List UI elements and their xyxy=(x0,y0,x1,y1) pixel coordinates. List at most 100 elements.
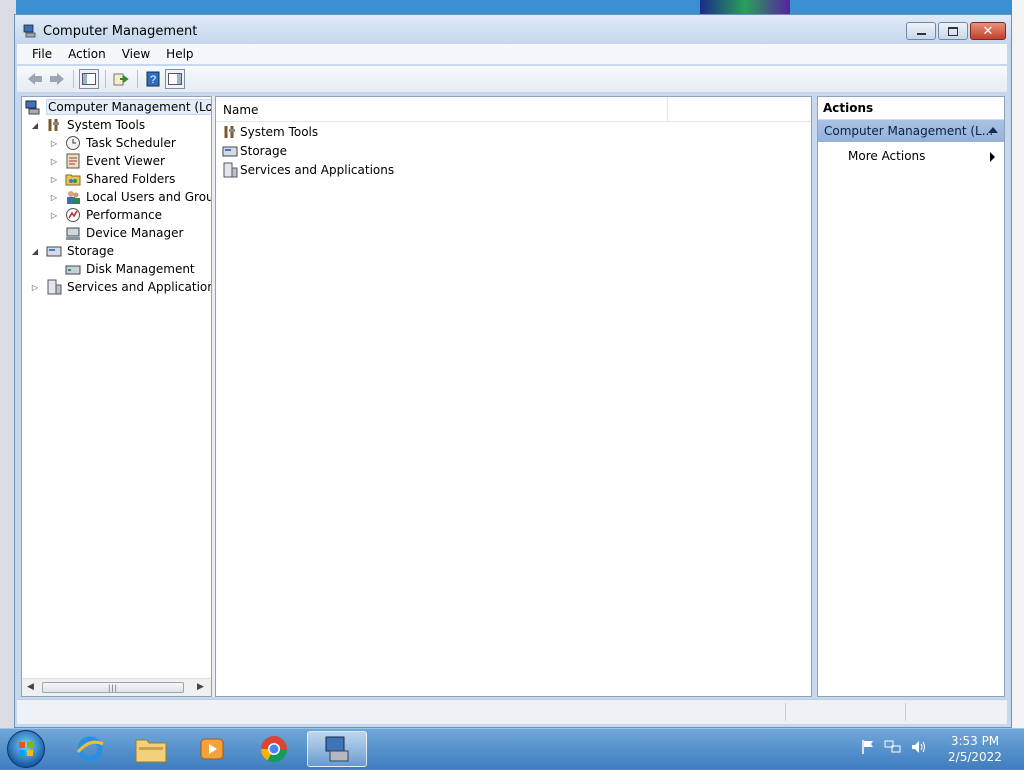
scrollbar-thumb[interactable]: ||| xyxy=(42,682,184,693)
toolbar: ? xyxy=(17,66,1007,93)
tree-item-label: Computer Management (Local xyxy=(46,99,211,115)
toolbar-separator xyxy=(137,70,138,88)
collapse-up-icon[interactable] xyxy=(988,127,998,133)
tree-item-label: Disk Management xyxy=(86,262,195,276)
tree-item-label: System Tools xyxy=(67,118,146,132)
actions-title: Actions xyxy=(823,101,874,115)
tree-item-task-scheduler[interactable]: ▷ Task Scheduler xyxy=(49,134,176,152)
collapsed-arrow-icon[interactable]: ▷ xyxy=(49,210,59,220)
storage-icon xyxy=(46,246,62,257)
taskbar-computer-management[interactable] xyxy=(307,731,367,767)
minimize-button[interactable] xyxy=(906,22,936,40)
expanded-arrow-icon[interactable]: ◢ xyxy=(30,246,40,256)
results-pane: Name System Tools Storage Services and A… xyxy=(215,96,812,697)
scroll-right-icon[interactable]: ▶ xyxy=(197,682,204,692)
tree-horizontal-scrollbar[interactable]: ◀ ||| ▶ xyxy=(22,678,211,696)
tree-item-label: Event Viewer xyxy=(86,154,165,168)
column-divider[interactable] xyxy=(667,97,668,121)
forward-button[interactable] xyxy=(47,69,67,89)
collapsed-arrow-icon[interactable]: ▷ xyxy=(30,282,40,292)
clock-date: 2/5/2022 xyxy=(948,750,1002,764)
system-tools-icon xyxy=(224,126,235,138)
action-center-flag-icon[interactable] xyxy=(860,739,876,755)
minimize-icon xyxy=(916,33,926,35)
tree-item-device-manager[interactable]: Device Manager xyxy=(65,224,183,242)
back-button[interactable] xyxy=(25,69,45,89)
taskbar-media-player[interactable] xyxy=(184,731,240,767)
expanded-arrow-icon[interactable]: ◢ xyxy=(30,120,40,130)
taskbar: 3:53 PM 2/5/2022 xyxy=(0,728,1024,769)
actions-group-label: Computer Management (L... xyxy=(824,124,994,138)
list-item-system-tools[interactable]: System Tools xyxy=(222,123,318,141)
start-button[interactable] xyxy=(7,730,45,768)
tree-item-system-tools[interactable]: ◢ System Tools xyxy=(30,116,145,134)
media-player-icon xyxy=(200,738,224,760)
taskbar-internet-explorer[interactable] xyxy=(62,731,118,767)
help-button[interactable]: ? xyxy=(143,69,163,89)
close-button[interactable]: ✕ xyxy=(970,22,1006,40)
users-icon xyxy=(67,191,80,204)
actions-header: Actions xyxy=(818,97,1004,120)
volume-icon[interactable] xyxy=(910,739,928,755)
collapsed-arrow-icon[interactable]: ▷ xyxy=(49,174,59,184)
list-item-storage[interactable]: Storage xyxy=(222,142,287,160)
computer-management-window: Computer Management ✕ File Action View H… xyxy=(14,14,1012,728)
chrome-icon xyxy=(260,736,288,763)
collapsed-arrow-icon[interactable]: ▷ xyxy=(49,156,59,166)
computer-management-icon xyxy=(23,24,36,38)
event-viewer-icon xyxy=(66,153,80,169)
help-icon: ? xyxy=(146,71,160,87)
system-tray xyxy=(860,739,928,755)
title-bar[interactable]: Computer Management ✕ xyxy=(15,15,1011,47)
more-actions-label: More Actions xyxy=(848,149,926,163)
tree-item-computer-management-root[interactable]: Computer Management (Local xyxy=(25,98,211,116)
tree-item-local-users-and-groups[interactable]: ▷ Local Users and Groups xyxy=(49,188,211,206)
storage-icon xyxy=(222,146,238,157)
tree-item-label: Local Users and Groups xyxy=(86,190,211,204)
column-header-name[interactable]: Name xyxy=(223,103,258,117)
system-tools-icon xyxy=(48,119,59,131)
shared-folder-icon xyxy=(65,174,81,186)
computer-management-icon xyxy=(325,736,349,762)
export-list-icon xyxy=(113,73,129,86)
submenu-arrow-icon xyxy=(990,152,995,162)
taskbar-windows-explorer[interactable] xyxy=(123,731,179,767)
performance-icon xyxy=(66,208,80,222)
services-icon xyxy=(223,162,238,178)
export-list-button[interactable] xyxy=(111,69,131,89)
toolbar-separator xyxy=(73,70,74,88)
maximize-button[interactable] xyxy=(938,22,968,40)
show-hide-console-tree-button[interactable] xyxy=(79,69,99,89)
disk-management-icon xyxy=(65,265,81,275)
taskbar-chrome[interactable] xyxy=(246,731,302,767)
network-icon[interactable] xyxy=(884,739,902,755)
tree-item-performance[interactable]: ▷ Performance xyxy=(49,206,162,224)
show-hide-action-pane-button[interactable] xyxy=(165,69,185,89)
tree-item-shared-folders[interactable]: ▷ Shared Folders xyxy=(49,170,175,188)
actions-group-computer-management[interactable]: Computer Management (L... xyxy=(818,120,1004,142)
tree-item-services-and-applications[interactable]: ▷ Services and Applications xyxy=(30,278,211,296)
collapsed-arrow-icon[interactable]: ▷ xyxy=(49,138,59,148)
status-divider xyxy=(905,703,906,721)
tree-item-event-viewer[interactable]: ▷ Event Viewer xyxy=(49,152,165,170)
action-pane-icon xyxy=(168,73,182,85)
menu-file[interactable]: File xyxy=(17,47,60,61)
tree-item-disk-management[interactable]: Disk Management xyxy=(65,260,195,278)
device-manager-icon xyxy=(66,227,80,240)
more-actions-item[interactable]: More Actions xyxy=(818,146,1004,166)
taskbar-clock[interactable]: 3:53 PM 2/5/2022 xyxy=(940,733,1010,765)
status-divider xyxy=(785,703,786,721)
clock-icon xyxy=(66,136,80,150)
folder-icon xyxy=(135,739,167,763)
collapsed-arrow-icon[interactable]: ▷ xyxy=(49,192,59,202)
scroll-left-icon[interactable]: ◀ xyxy=(27,682,34,692)
menu-help[interactable]: Help xyxy=(158,47,201,61)
desktop-background-top xyxy=(700,0,790,14)
back-arrow-icon xyxy=(28,73,42,85)
menu-action[interactable]: Action xyxy=(60,47,114,61)
list-item-services-and-applications[interactable]: Services and Applications xyxy=(222,161,394,179)
menu-view[interactable]: View xyxy=(114,47,158,61)
clock-time: 3:53 PM xyxy=(950,734,1000,748)
tree-item-label: Device Manager xyxy=(86,226,184,240)
tree-item-storage[interactable]: ◢ Storage xyxy=(30,242,114,260)
